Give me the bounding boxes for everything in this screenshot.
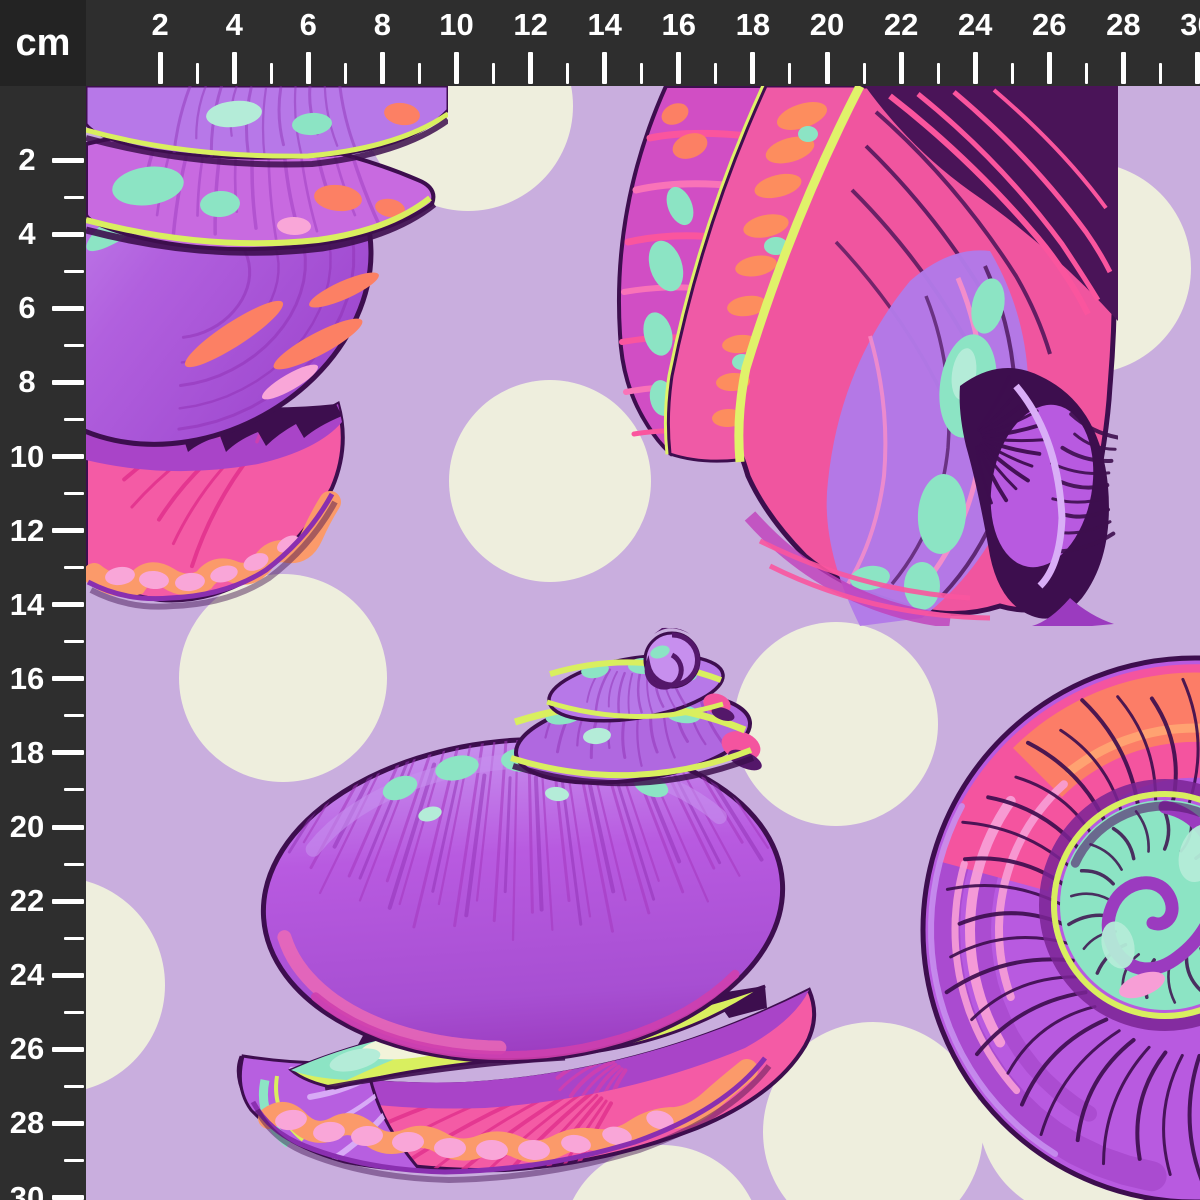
ruler-top-number: 30 <box>1180 7 1200 42</box>
ruler-top-tick <box>157 52 163 84</box>
ruler-top-number: 12 <box>513 7 548 42</box>
ruler-left-number: 26 <box>9 1031 45 1067</box>
ruler-left-tick <box>64 195 84 199</box>
ruler-left-tick <box>64 936 84 940</box>
ruler-left-tick <box>52 676 84 682</box>
ruler-top-number: 4 <box>225 7 243 42</box>
ruler-left-tick <box>52 1046 84 1052</box>
ruler-top-number: 6 <box>299 7 317 42</box>
ruler-top-tick <box>528 52 534 84</box>
ruler-top-tick <box>972 52 978 84</box>
ruler-left-tick <box>52 379 84 385</box>
ruler-top-tick <box>1195 52 1200 84</box>
ruler-top-tick <box>566 63 570 84</box>
ruler-top-number: 10 <box>439 7 474 42</box>
ruler-left-number: 12 <box>9 512 45 548</box>
ruler-left-tick <box>52 824 84 830</box>
ruler-top-number: 2 <box>151 7 169 42</box>
ruler-left-number: 16 <box>9 660 45 696</box>
ruler-top-tick <box>640 63 644 84</box>
ruler-top-tick <box>231 52 237 84</box>
ruler-top-tick <box>1158 63 1162 84</box>
ruler-top-tick <box>379 52 385 84</box>
ruler-top-number: 24 <box>957 7 993 42</box>
ruler-top-number: 22 <box>883 7 919 42</box>
ruler-left-tick <box>52 231 84 237</box>
ruler-left-number: 28 <box>9 1105 45 1141</box>
ruler-left-number: 8 <box>18 364 36 400</box>
ruler-top-tick <box>1010 63 1014 84</box>
ruler-top-tick <box>492 63 496 84</box>
shell-c-spire <box>510 627 762 787</box>
ruler-top-number: 14 <box>587 7 622 42</box>
ruler-left-tick <box>52 157 84 163</box>
ruler-top-number: 8 <box>373 7 392 42</box>
ruler-left-number: 4 <box>18 216 36 252</box>
ruler-left-tick <box>64 1158 84 1162</box>
whelk-shell-top-left <box>86 86 448 610</box>
ruler-left-tick <box>64 640 84 644</box>
ruler-top-tick <box>1046 52 1052 84</box>
ruler-top-tick <box>454 52 459 84</box>
ruler-top-tick <box>750 52 756 84</box>
ruler-top-number: 16 <box>661 7 697 42</box>
fabric-swatch-with-ruler: 24681012141618202224262830 2468101214161… <box>0 0 1200 1200</box>
ruler-top-tick <box>195 63 199 84</box>
ruler-left-tick <box>52 1120 84 1126</box>
ruler-left-number: 6 <box>18 290 36 326</box>
ruler-top-tick <box>269 63 273 84</box>
ruler-left-tick <box>52 898 84 904</box>
ruler-left-tick <box>64 1084 84 1088</box>
ruler-left-tick <box>52 1195 84 1200</box>
whelk-shell-center <box>236 627 817 1184</box>
ruler-left: 2 4 6 8 10 12 14 16 18 20 22 24 26 28 30 <box>0 0 86 1200</box>
ruler-left-tick <box>52 602 84 608</box>
ruler-left-tick <box>52 750 84 756</box>
ruler-left-tick <box>64 566 84 570</box>
ruler-top-tick <box>602 52 608 84</box>
ruler-top: 24681012141618202224262830 <box>0 0 1200 86</box>
ruler-left-number: 10 <box>9 438 45 474</box>
ruler-left-tick <box>52 305 84 311</box>
ruler-top-tick <box>676 52 682 84</box>
ruler-top-number: 26 <box>1032 7 1067 42</box>
ruler-left-tick <box>64 862 84 866</box>
ruler-left-number: 20 <box>9 809 45 844</box>
ruler-top-tick <box>343 63 347 84</box>
ruler-top-tick <box>1084 63 1088 84</box>
ruler-top-tick <box>305 52 311 84</box>
ruler-left-tick <box>64 343 84 347</box>
ruler-left-tick <box>64 788 84 792</box>
ruler-left-number: 30 <box>9 1179 45 1200</box>
ruler-top-tick <box>788 63 792 84</box>
ruler-unit-label: cm <box>15 22 71 64</box>
ruler-top-number: 18 <box>735 7 771 42</box>
ruler-left-tick <box>64 714 84 718</box>
whelk-shell-top-right <box>616 86 1118 626</box>
ruler-left-tick <box>52 528 84 534</box>
ruler-left-number: 18 <box>9 734 45 770</box>
ruler-top-tick <box>898 52 904 84</box>
ruler-top-tick <box>1120 52 1126 84</box>
ruler-top-tick <box>417 63 421 84</box>
ruler-left-tick <box>64 1010 84 1014</box>
ruler-left-number: 22 <box>9 883 45 919</box>
ruler-left-tick <box>52 454 84 459</box>
ruler-left-tick <box>64 417 84 421</box>
ruler-corner: cm <box>0 0 86 86</box>
ruler-top-number: 20 <box>809 7 845 42</box>
ruler-left-number: 24 <box>9 957 45 993</box>
ruler-top-tick <box>824 52 830 84</box>
spiral-shell-right <box>920 655 1200 1200</box>
ruler-left-tick <box>64 269 84 273</box>
ruler-top-tick <box>714 63 718 84</box>
fabric-print <box>0 0 1200 1200</box>
ruler-left-number: 14 <box>9 586 45 622</box>
ruler-top-tick <box>862 63 866 84</box>
ruler-left-tick <box>52 972 84 978</box>
ruler-left-number: 2 <box>18 142 36 178</box>
ruler-left-tick <box>64 492 84 496</box>
ruler-top-tick <box>936 63 940 84</box>
ruler-top-number: 28 <box>1106 7 1141 42</box>
